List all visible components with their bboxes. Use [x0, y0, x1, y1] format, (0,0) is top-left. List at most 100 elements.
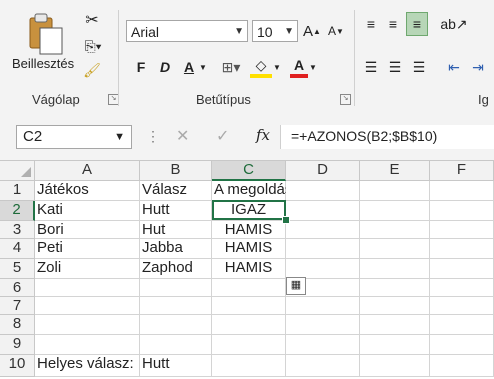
worksheet-grid[interactable]: ABCDEF 1 2 3 4 5 6 7 8 9 10 Játékos Válasz A megold… — [0, 160, 494, 379]
row-header-1[interactable]: 1 — [0, 181, 35, 201]
cell-b5[interactable]: Zaphod — [140, 259, 212, 279]
orientation-icon[interactable]: ab↗ — [440, 14, 468, 34]
cell-d7[interactable] — [286, 297, 360, 315]
row-header-9[interactable]: 9 — [0, 335, 35, 355]
row-header-10[interactable]: 10 — [0, 355, 35, 377]
row-header-8[interactable]: 8 — [0, 315, 35, 335]
grow-font-button[interactable]: A ▲ — [302, 20, 322, 42]
cell-e8[interactable] — [360, 315, 430, 335]
underline-button[interactable]: A — [180, 56, 198, 78]
cell-f1[interactable] — [430, 181, 494, 201]
cell-b1[interactable]: Válasz — [140, 181, 212, 201]
column-header-e[interactable]: E — [360, 161, 430, 181]
cell-e7[interactable] — [360, 297, 430, 315]
row-header-7[interactable]: 7 — [0, 297, 35, 315]
cell-a5[interactable]: Zoli — [35, 259, 140, 279]
cell-a9[interactable] — [35, 335, 140, 355]
cell-a2[interactable]: Kati — [35, 201, 140, 221]
align-center-icon[interactable]: ☰ — [386, 56, 404, 78]
cell-e2[interactable] — [360, 201, 430, 221]
cell-c5[interactable]: HAMIS — [212, 259, 286, 279]
enter-icon[interactable]: ✓ — [216, 126, 229, 146]
italic-button[interactable]: D — [156, 56, 174, 78]
cell-b10[interactable]: Hutt — [140, 355, 212, 377]
paste-button[interactable]: Beillesztés — [12, 8, 74, 76]
cell-d9[interactable] — [286, 335, 360, 355]
cell-e4[interactable] — [360, 239, 430, 259]
row-header-6[interactable]: 6 — [0, 279, 35, 297]
cell-a3[interactable]: Bori — [35, 221, 140, 239]
shrink-font-button[interactable]: A ▼ — [326, 20, 346, 42]
cell-a8[interactable] — [35, 315, 140, 335]
font-name-combo[interactable]: Arial ▼ — [126, 20, 248, 42]
copy-icon[interactable]: ⎘▾ — [80, 36, 106, 56]
cell-c6[interactable] — [212, 279, 286, 297]
chevron-down-icon[interactable]: ▼ — [308, 56, 318, 78]
cell-d1[interactable] — [286, 181, 360, 201]
cell-c4[interactable]: HAMIS — [212, 239, 286, 259]
cell-b4[interactable]: Jabba — [140, 239, 212, 259]
align-bottom-icon[interactable]: ≡ — [406, 12, 428, 36]
cell-f8[interactable] — [430, 315, 494, 335]
cell-f4[interactable] — [430, 239, 494, 259]
font-launcher-icon[interactable]: ↘ — [340, 94, 351, 105]
bold-button[interactable]: F — [132, 56, 150, 78]
column-header-c[interactable]: C — [212, 161, 286, 181]
cell-a6[interactable] — [35, 279, 140, 297]
cell-d5[interactable] — [286, 259, 360, 279]
cell-c10[interactable] — [212, 355, 286, 377]
cell-b3[interactable]: Hut — [140, 221, 212, 239]
font-color-button[interactable]: A — [290, 56, 308, 78]
increase-indent-icon[interactable]: ⇥ — [468, 56, 488, 78]
align-middle-icon[interactable]: ≡ — [384, 14, 402, 34]
cell-c8[interactable] — [212, 315, 286, 335]
format-painter-icon[interactable]: 🖌 — [82, 60, 102, 80]
quick-analysis-icon[interactable]: ▦ — [286, 277, 306, 295]
cell-a4[interactable]: Peti — [35, 239, 140, 259]
cancel-icon[interactable]: ✕ — [176, 126, 189, 146]
cell-f3[interactable] — [430, 221, 494, 239]
borders-icon[interactable]: ⊞▾ — [218, 56, 244, 78]
column-header-f[interactable]: F — [430, 161, 494, 181]
decrease-indent-icon[interactable]: ⇤ — [444, 56, 464, 78]
cell-a7[interactable] — [35, 297, 140, 315]
row-header-4[interactable]: 4 — [0, 239, 35, 259]
cut-icon[interactable]: ✂ — [82, 10, 102, 30]
cell-b8[interactable] — [140, 315, 212, 335]
cell-b9[interactable] — [140, 335, 212, 355]
fill-handle[interactable] — [282, 216, 290, 224]
cell-e3[interactable] — [360, 221, 430, 239]
cell-d4[interactable] — [286, 239, 360, 259]
align-left-icon[interactable]: ☰ — [362, 56, 380, 78]
name-box[interactable]: C2 ▼ — [16, 125, 132, 149]
cell-d10[interactable] — [286, 355, 360, 377]
chevron-down-icon[interactable]: ▼ — [272, 56, 282, 78]
cell-f6[interactable] — [430, 279, 494, 297]
cell-d2[interactable] — [286, 201, 360, 221]
row-header-3[interactable]: 3 — [0, 221, 35, 239]
formula-input[interactable]: =+AZONOS(B2;$B$10) — [280, 125, 494, 149]
cell-d8[interactable] — [286, 315, 360, 335]
column-header-d[interactable]: D — [286, 161, 360, 181]
align-top-icon[interactable]: ≡ — [362, 14, 380, 34]
row-header-5[interactable]: 5 — [0, 259, 35, 279]
cell-c9[interactable] — [212, 335, 286, 355]
cell-a1[interactable]: Játékos — [35, 181, 140, 201]
cell-e9[interactable] — [360, 335, 430, 355]
cell-f5[interactable] — [430, 259, 494, 279]
cell-c3[interactable]: HAMIS — [212, 221, 286, 239]
more-icon[interactable]: ⋮ — [146, 128, 160, 145]
insert-function-icon[interactable]: fx — [256, 126, 270, 144]
cell-d3[interactable] — [286, 221, 360, 239]
cell-b2[interactable]: Hutt — [140, 201, 212, 221]
cell-e6[interactable] — [360, 279, 430, 297]
select-all-corner[interactable] — [0, 161, 35, 181]
fill-color-icon[interactable]: ◇ — [250, 56, 272, 78]
cell-f10[interactable] — [430, 355, 494, 377]
column-header-b[interactable]: B — [140, 161, 212, 181]
cell-a10[interactable]: Helyes válasz: — [35, 355, 140, 377]
cell-e5[interactable] — [360, 259, 430, 279]
cell-f7[interactable] — [430, 297, 494, 315]
cell-b6[interactable] — [140, 279, 212, 297]
cell-b7[interactable] — [140, 297, 212, 315]
